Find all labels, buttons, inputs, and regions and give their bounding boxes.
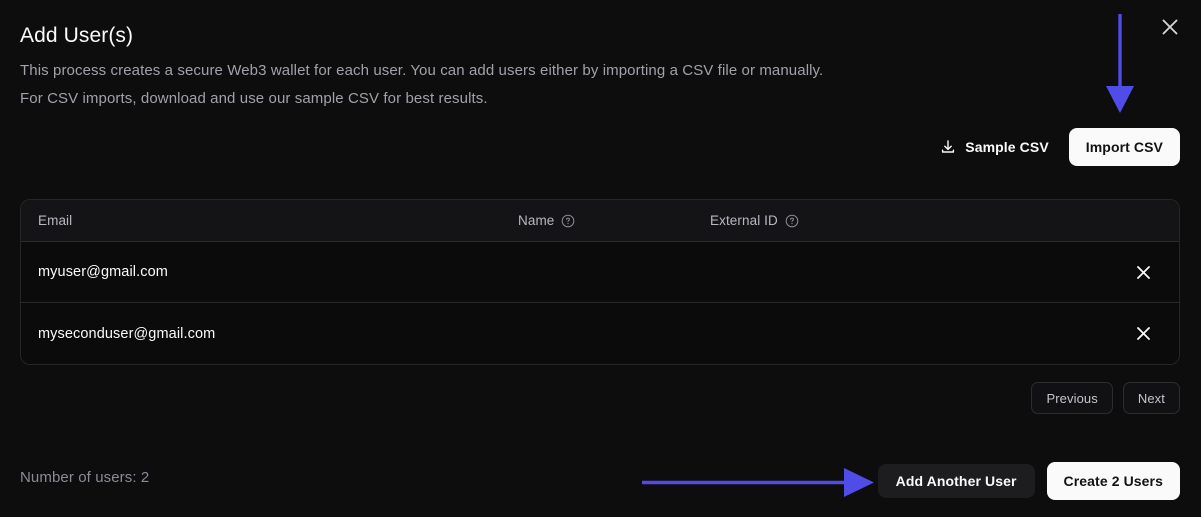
table-header-row: Email Name External ID — [21, 200, 1179, 242]
column-header-external-id-label: External ID — [710, 213, 778, 228]
close-icon — [1134, 324, 1153, 343]
user-count-label: Number of users: 2 — [20, 469, 149, 486]
modal-description-line-2: For CSV imports, download and use our sa… — [20, 88, 488, 110]
cell-email[interactable]: myseconduser@gmail.com — [38, 326, 518, 342]
pagination: Previous Next — [1031, 382, 1180, 414]
download-icon — [940, 139, 956, 155]
import-csv-button[interactable]: Import CSV — [1069, 128, 1180, 166]
arrow-down-annotation — [1094, 12, 1146, 121]
page-title: Add User(s) — [20, 22, 133, 50]
next-page-button[interactable]: Next — [1123, 382, 1180, 414]
help-circle-icon[interactable] — [785, 214, 799, 228]
modal-description-line-1: This process creates a secure Web3 walle… — [20, 60, 823, 82]
column-header-external-id: External ID — [710, 213, 1115, 228]
remove-row-button[interactable] — [1115, 306, 1171, 362]
table-row: myseconduser@gmail.com — [21, 303, 1179, 364]
arrow-right-annotation — [640, 466, 880, 505]
close-button[interactable] — [1153, 10, 1187, 44]
column-header-email: Email — [38, 213, 518, 228]
column-header-name-label: Name — [518, 213, 554, 228]
cell-email[interactable]: myuser@gmail.com — [38, 264, 518, 280]
previous-page-button[interactable]: Previous — [1031, 382, 1112, 414]
csv-actions: Sample CSV Import CSV — [934, 128, 1180, 166]
users-table: Email Name External ID — [20, 199, 1180, 365]
add-another-user-button[interactable]: Add Another User — [878, 464, 1035, 498]
table-row: myuser@gmail.com — [21, 242, 1179, 303]
help-circle-icon[interactable] — [561, 214, 575, 228]
column-header-email-label: Email — [38, 213, 72, 228]
column-header-name: Name — [518, 213, 710, 228]
remove-row-button[interactable] — [1115, 244, 1171, 300]
create-users-button[interactable]: Create 2 Users — [1047, 462, 1180, 500]
sample-csv-label: Sample CSV — [965, 139, 1048, 155]
close-icon — [1159, 16, 1181, 38]
sample-csv-button[interactable]: Sample CSV — [934, 128, 1054, 166]
close-icon — [1134, 263, 1153, 282]
add-users-modal: Add User(s) This process creates a secur… — [0, 0, 1201, 517]
footer-actions: Add Another User Create 2 Users — [878, 462, 1180, 500]
